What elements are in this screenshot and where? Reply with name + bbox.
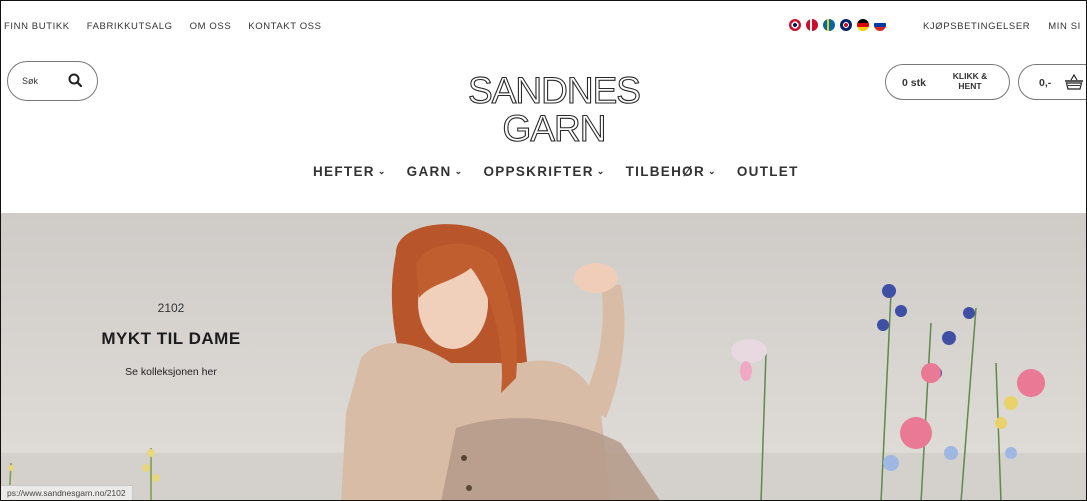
chevron-down-icon: ⌄	[454, 166, 464, 176]
link-kjopsbetingelser[interactable]: KJØPSBETINGELSER	[923, 21, 1030, 32]
main-navigation: HEFTER ⌄ GARN ⌄ OPPSKRIFTER ⌄ TILBEHØR ⌄ OUT…	[313, 164, 799, 179]
nav-garn[interactable]: GARN ⌄	[407, 164, 464, 179]
link-min-side[interactable]: MIN SI	[1048, 21, 1081, 32]
link-kontakt-oss[interactable]: KONTAKT OSS	[248, 21, 321, 32]
hero-cta-link[interactable]: Se kolleksjonen her	[81, 366, 261, 378]
nav-oppskrifter[interactable]: OPPSKRIFTER ⌄	[483, 164, 605, 179]
top-utility-bar: FINN BUTIKK FABRIKKUTSALG OM OSS KONTAKT…	[1, 1, 1086, 53]
top-links: FINN BUTIKK FABRIKKUTSALG OM OSS KONTAKT…	[4, 21, 322, 32]
chevron-down-icon: ⌄	[596, 166, 606, 176]
browser-viewport: FINN BUTIKK FABRIKKUTSALG OM OSS KONTAKT…	[0, 0, 1087, 501]
norway-flag-icon[interactable]	[789, 19, 801, 31]
russia-flag-icon[interactable]	[874, 19, 886, 31]
hero-caption: 2102 MYKT TIL DAME Se kolleksjonen her	[81, 301, 261, 378]
sweden-flag-icon[interactable]	[823, 19, 835, 31]
link-om-oss[interactable]: OM OSS	[190, 21, 232, 32]
logo-line-1: SANDNES	[468, 71, 640, 111]
account-links: KJØPSBETINGELSER MIN SI	[923, 21, 1081, 32]
nav-outlet[interactable]: OUTLET	[737, 164, 799, 179]
logo-line-2: GARN	[503, 108, 606, 146]
language-selector	[789, 19, 886, 31]
basket-icon	[1063, 73, 1085, 97]
sandnes-garn-logo[interactable]: SANDNES GARN	[467, 71, 642, 146]
hero-banner[interactable]: 2102 MYKT TIL DAME Se kolleksjonen her	[1, 213, 1086, 500]
click-collect-label: KLIKK & HENT	[952, 71, 988, 91]
hero-title: MYKT TIL DAME	[101, 329, 241, 348]
cart-count: 0 stk	[902, 77, 926, 89]
basket-total: 0,-	[1039, 77, 1052, 89]
denmark-flag-icon[interactable]	[806, 19, 818, 31]
chevron-down-icon: ⌄	[377, 166, 387, 176]
search-box	[7, 61, 98, 101]
link-finn-butikk[interactable]: FINN BUTIKK	[4, 21, 70, 32]
search-input[interactable]	[22, 74, 66, 88]
basket-button[interactable]: 0,-	[1018, 64, 1086, 100]
click-and-collect-button[interactable]: 0 stk KLIKK & HENT	[885, 64, 1010, 100]
uk-flag-icon[interactable]	[840, 19, 852, 31]
nav-tilbehor[interactable]: TILBEHØR ⌄	[626, 164, 717, 179]
link-fabrikkutsalg[interactable]: FABRIKKUTSALG	[87, 21, 173, 32]
hero-collection-number: 2102	[157, 301, 185, 315]
link-status-bar: ps://www.sandnesgarn.no/2102	[1, 485, 133, 500]
search-icon[interactable]	[66, 71, 86, 91]
chevron-down-icon: ⌄	[708, 166, 717, 176]
germany-flag-icon[interactable]	[857, 19, 869, 31]
nav-hefter[interactable]: HEFTER ⌄	[313, 164, 387, 179]
